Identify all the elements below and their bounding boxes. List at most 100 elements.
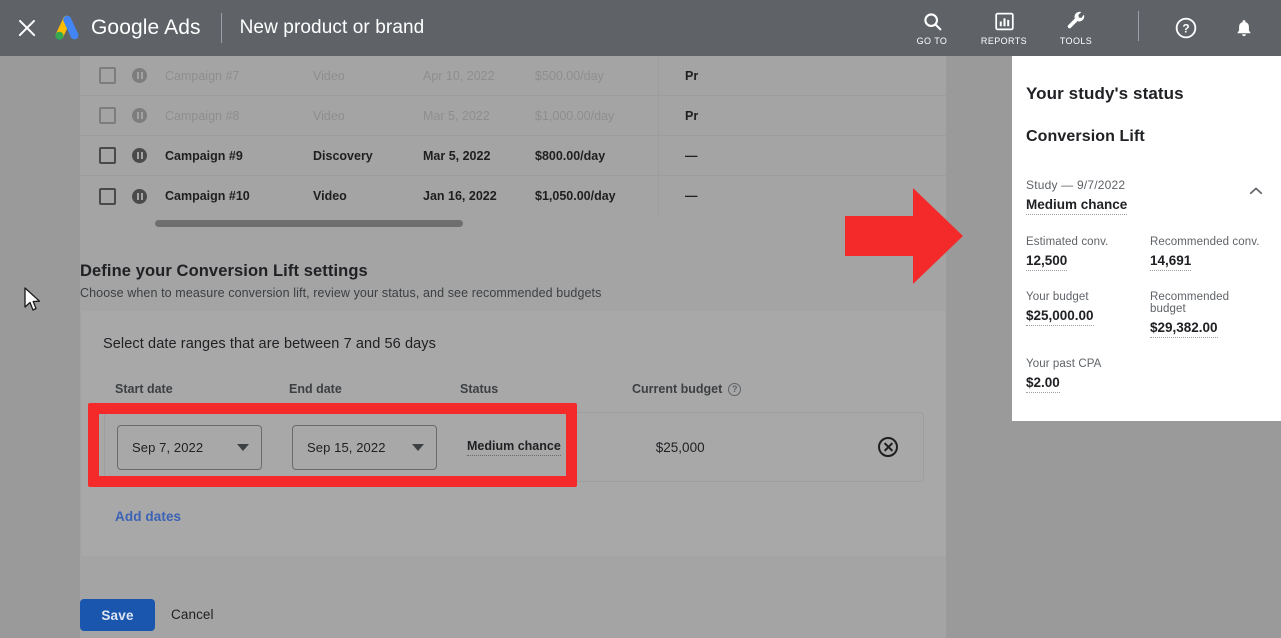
- campaign-table: Campaign #7 Video Apr 10, 2022 $500.00/d…: [80, 56, 946, 235]
- campaign-type-cell: Discovery: [313, 148, 373, 163]
- section-title: Define your Conversion Lift settings: [80, 262, 368, 280]
- campaign-name-cell: Campaign #8: [165, 108, 240, 123]
- start-date-select[interactable]: Sep 7, 2022: [117, 424, 262, 470]
- chevron-down-icon: [237, 443, 249, 451]
- metric-value[interactable]: 14,691: [1150, 253, 1192, 271]
- metric-label: Estimated conv.: [1026, 236, 1109, 248]
- add-dates-link[interactable]: Add dates: [115, 509, 181, 524]
- tools-label: TOOLS: [1059, 35, 1093, 46]
- tools-button[interactable]: TOOLS: [1052, 11, 1100, 46]
- brand-google-text: Google: [91, 16, 160, 39]
- campaign-name-cell: Campaign #7: [165, 68, 240, 83]
- campaign-name-cell: Campaign #9: [165, 148, 243, 163]
- study-chance-value[interactable]: Medium chance: [1026, 197, 1128, 215]
- metric-recommended-conv: Recommended conv. 14,691: [1150, 236, 1268, 271]
- status-badge[interactable]: Medium chance: [467, 439, 561, 456]
- study-date-label: Study — 9/7/2022: [1026, 178, 1126, 192]
- close-icon[interactable]: [16, 17, 38, 39]
- wrench-icon: [1066, 11, 1087, 33]
- save-button[interactable]: Save: [80, 599, 155, 631]
- chevron-down-icon: [412, 443, 424, 451]
- current-budget-value: $25,000: [655, 439, 705, 455]
- campaign-budget-cell: $1,050.00/day: [535, 189, 616, 203]
- column-header-current-budget: Current budget ?: [632, 382, 742, 396]
- campaign-date-cell: Mar 5, 2022: [423, 148, 491, 163]
- panel-subheading: Conversion Lift: [1026, 128, 1145, 145]
- horizontal-scrollbar-thumb[interactable]: [155, 220, 463, 227]
- metric-value[interactable]: $29,382.00: [1150, 320, 1218, 338]
- metric-your-past-cpa: Your past CPA $2.00: [1026, 358, 1144, 393]
- goto-button[interactable]: GO TO: [908, 11, 956, 46]
- pause-status-icon: [132, 148, 147, 163]
- metric-recommended-budget: Recommended budget $29,382.00: [1150, 291, 1268, 338]
- header-divider-2: [1138, 10, 1139, 41]
- column-header-start-date: Start date: [115, 382, 173, 396]
- section-subtitle: Choose when to measure conversion lift, …: [80, 286, 602, 300]
- campaign-date-cell: Mar 5, 2022: [423, 108, 490, 123]
- help-icon[interactable]: ?: [1169, 11, 1203, 45]
- reports-button[interactable]: REPORTS: [980, 11, 1028, 46]
- metric-label: Your budget: [1026, 291, 1089, 303]
- row-checkbox[interactable]: [99, 187, 116, 205]
- campaign-date-cell: Jan 16, 2022: [423, 189, 497, 203]
- pause-status-icon: [132, 108, 147, 123]
- reports-label: REPORTS: [980, 35, 1028, 46]
- metric-label: Recommended budget: [1150, 291, 1230, 315]
- brand-wordmark: Google Ads: [91, 16, 201, 40]
- table-row[interactable]: Campaign #9 Discovery Mar 5, 2022 $800.0…: [80, 136, 946, 176]
- metric-value[interactable]: $25,000.00: [1026, 308, 1094, 326]
- conversion-lift-settings-card: Select date ranges that are between 7 an…: [82, 311, 946, 556]
- column-header-current-budget-label: Current budget: [632, 382, 723, 396]
- bar-chart-icon: [994, 11, 1014, 33]
- brand-ads-text: Ads: [164, 16, 201, 39]
- metric-value[interactable]: 12,500: [1026, 253, 1068, 271]
- date-range-row: Sep 7, 2022 Sep 15, 2022 Medium chance $…: [104, 412, 924, 482]
- campaign-status-cell: Pr: [685, 108, 699, 123]
- section-header: Define your Conversion Lift settings Cho…: [80, 262, 780, 300]
- notifications-bell-icon[interactable]: [1227, 11, 1261, 45]
- row-checkbox[interactable]: [99, 147, 116, 164]
- column-header-status: Status: [460, 382, 499, 396]
- metric-label: Recommended conv.: [1150, 236, 1260, 248]
- chevron-up-icon[interactable]: [1247, 182, 1265, 200]
- campaign-status-cell: —: [685, 189, 698, 203]
- mouse-cursor: [24, 287, 41, 311]
- table-row[interactable]: Campaign #10 Video Jan 16, 2022 $1,050.0…: [80, 176, 946, 216]
- campaign-type-cell: Video: [313, 68, 345, 83]
- google-ads-brand: Google Ads: [52, 15, 201, 41]
- table-row[interactable]: Campaign #8 Video Mar 5, 2022 $1,000.00/…: [80, 96, 946, 136]
- row-checkbox[interactable]: [99, 67, 116, 84]
- campaign-status-cell: Pr: [685, 68, 699, 83]
- campaign-type-cell: Video: [313, 108, 345, 123]
- remove-date-range-icon[interactable]: [878, 437, 898, 457]
- svg-text:?: ?: [1182, 21, 1189, 35]
- settings-table-header: Start date End date Status Current budge…: [82, 374, 946, 404]
- cancel-button[interactable]: Cancel: [171, 607, 214, 622]
- search-icon: [922, 11, 943, 33]
- metric-estimated-conv: Estimated conv. 12,500: [1026, 236, 1144, 271]
- header-divider: [220, 13, 222, 43]
- metric-your-budget: Your budget $25,000.00: [1026, 291, 1144, 338]
- top-app-bar: Google Ads New product or brand GO TO RE…: [0, 0, 1281, 56]
- header-tool-group: GO TO REPORTS TOOLS ?: [908, 10, 1281, 46]
- campaign-budget-cell: $800.00/day: [535, 148, 606, 163]
- column-header-end-date: End date: [289, 382, 342, 396]
- metric-label: Your past CPA: [1026, 358, 1102, 370]
- campaign-budget-cell: $500.00/day: [535, 68, 604, 83]
- campaign-status-cell: —: [685, 148, 698, 163]
- metric-value[interactable]: $2.00: [1026, 375, 1060, 393]
- campaign-type-cell: Video: [313, 189, 347, 203]
- app-root: Google Ads New product or brand GO TO RE…: [0, 0, 1281, 638]
- start-date-value: Sep 7, 2022: [132, 439, 204, 455]
- table-row[interactable]: Campaign #7 Video Apr 10, 2022 $500.00/d…: [80, 56, 946, 96]
- study-status-panel: Your study's status Conversion Lift Stud…: [1012, 56, 1281, 421]
- row-checkbox[interactable]: [99, 107, 116, 124]
- date-range-instruction: Select date ranges that are between 7 an…: [103, 336, 436, 352]
- study-metrics-grid: Estimated conv. 12,500 Recommended conv.…: [1026, 236, 1268, 393]
- panel-heading: Your study's status: [1026, 84, 1184, 103]
- budget-help-icon[interactable]: ?: [728, 382, 742, 396]
- red-pointer-arrow: [845, 188, 963, 284]
- end-date-select[interactable]: Sep 15, 2022: [292, 424, 437, 470]
- campaign-date-cell: Apr 10, 2022: [423, 68, 495, 83]
- pause-status-icon: [132, 68, 147, 83]
